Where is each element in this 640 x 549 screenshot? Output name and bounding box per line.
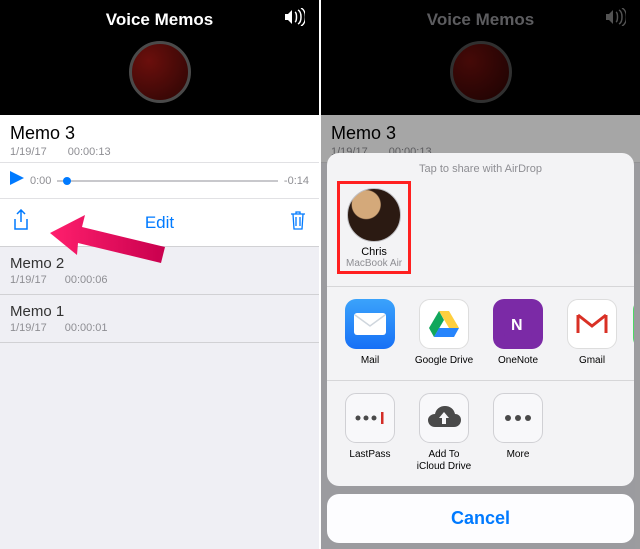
avatar (347, 188, 401, 242)
share-apps-row: Mail Google Drive N OneNote (327, 287, 634, 382)
app-header: Voice Memos (0, 0, 319, 115)
more-icon (493, 393, 543, 443)
share-app-mail[interactable]: Mail (337, 299, 403, 367)
lastpass-icon (345, 393, 395, 443)
contact-name: Chris (361, 246, 387, 258)
contact-device: MacBook Air (346, 258, 402, 269)
memo-meta: 1/19/17 00:00:13 (10, 146, 309, 158)
elapsed-time: 0:00 (30, 175, 51, 187)
share-app-more-peek[interactable] (633, 299, 634, 367)
share-action-lastpass[interactable]: LastPass (337, 393, 403, 472)
airdrop-section: Tap to share with AirDrop Chris MacBook … (327, 153, 634, 287)
edit-button[interactable]: Edit (145, 213, 174, 233)
play-icon[interactable] (10, 171, 24, 190)
airdrop-contact[interactable]: Chris MacBook Air (337, 181, 411, 274)
svg-text:N: N (511, 317, 523, 334)
google-drive-icon (419, 299, 469, 349)
airdrop-hint: Tap to share with AirDrop (337, 163, 624, 175)
left-screenshot: Voice Memos Memo 3 1/19/17 00:00:13 0:00 (0, 0, 319, 549)
cancel-button[interactable]: Cancel (327, 494, 634, 543)
speaker-icon[interactable] (283, 8, 305, 31)
share-actions-row: LastPass Add To iCloud Drive More (327, 381, 634, 486)
share-icon[interactable] (12, 209, 30, 236)
selected-memo[interactable]: Memo 3 1/19/17 00:00:13 0:00 -0:14 Edit (0, 115, 319, 247)
share-app-onenote[interactable]: N OneNote (485, 299, 551, 367)
memo-list-item[interactable]: Memo 1 1/19/1700:00:01 (0, 295, 319, 343)
trash-icon[interactable] (289, 209, 307, 236)
memo-list-item[interactable]: Memo 2 1/19/1700:00:06 (0, 247, 319, 295)
gmail-icon (567, 299, 617, 349)
playback-bar: 0:00 -0:14 (0, 163, 319, 198)
share-app-google-drive[interactable]: Google Drive (411, 299, 477, 367)
share-action-more[interactable]: More (485, 393, 551, 472)
share-app-gmail[interactable]: Gmail (559, 299, 625, 367)
onenote-icon: N (493, 299, 543, 349)
mail-icon (345, 299, 395, 349)
app-peek-icon (633, 299, 634, 349)
progress-scrubber[interactable] (57, 180, 278, 182)
right-screenshot: Voice Memos Memo 3 1/19/17 00:00:13 Tap … (321, 0, 640, 549)
record-button[interactable] (129, 41, 191, 103)
memo-title: Memo 3 (10, 123, 309, 144)
icloud-upload-icon (419, 393, 469, 443)
remaining-time: -0:14 (284, 175, 309, 187)
share-action-icloud-drive[interactable]: Add To iCloud Drive (411, 393, 477, 472)
share-sheet: Tap to share with AirDrop Chris MacBook … (327, 153, 634, 544)
app-title: Voice Memos (106, 10, 213, 30)
